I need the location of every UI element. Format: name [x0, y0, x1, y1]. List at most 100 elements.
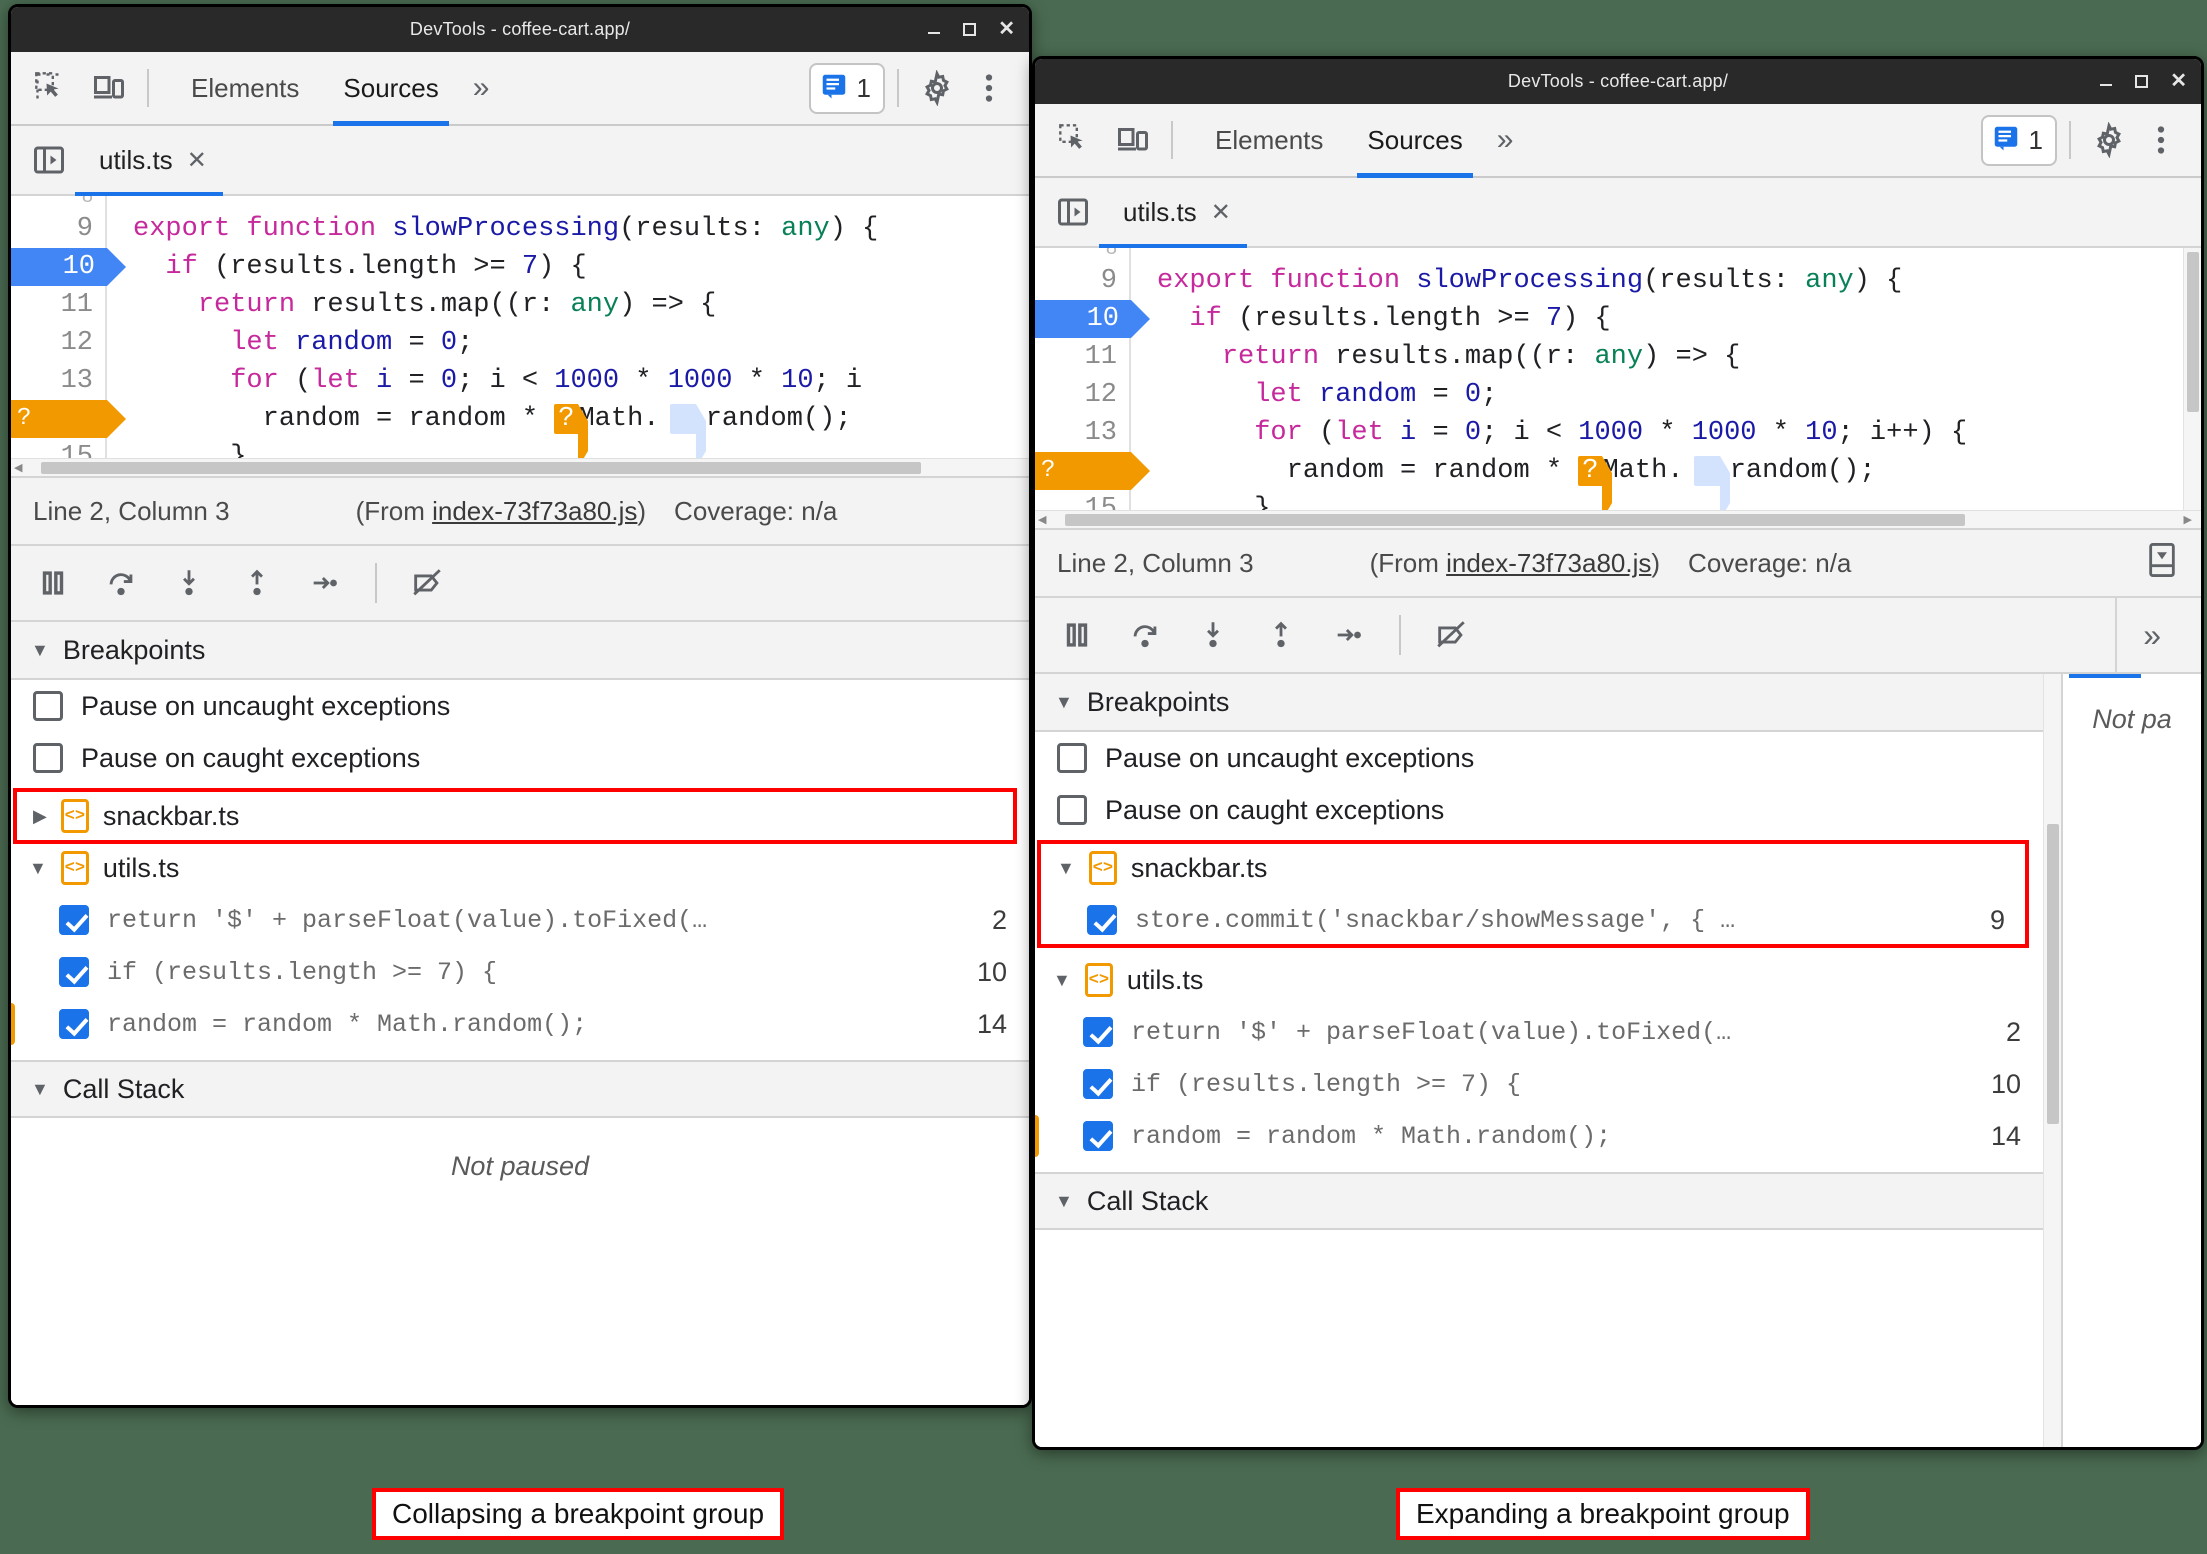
code-line[interactable]: 9 export function slowProcessing(results…: [11, 210, 1029, 248]
breakpoint-checkbox[interactable]: [1083, 1121, 1113, 1151]
code-line[interactable]: 9 export function slowProcessing(results…: [1035, 262, 2183, 300]
line-number-conditional-breakpoint[interactable]: ? 14: [1035, 452, 1150, 490]
file-tab-utils[interactable]: utils.ts ✕: [75, 126, 223, 196]
device-toolbar-icon[interactable]: [83, 62, 135, 114]
line-number-breakpoint[interactable]: 10: [1035, 300, 1150, 338]
step-over-icon[interactable]: [1117, 607, 1173, 663]
file-tab-utils[interactable]: utils.ts ✕: [1099, 178, 1247, 248]
breakpoint-item[interactable]: if (results.length >= 7) { 10: [11, 946, 1029, 998]
pause-caught-row[interactable]: Pause on caught exceptions: [1035, 784, 2043, 836]
logpoint-badge[interactable]: [1693, 456, 1730, 510]
step-into-icon[interactable]: [161, 555, 217, 611]
breakpoints-section-header[interactable]: ▼ Breakpoints: [11, 622, 1029, 680]
pause-resume-icon[interactable]: [1049, 607, 1105, 663]
breakpoint-item[interactable]: random = random * Math.random(); 14: [11, 998, 1029, 1050]
code-line[interactable]: 13 for (let i = 0; i < 1000 * 1000 * 10;…: [1035, 414, 2183, 452]
breakpoint-group-utils[interactable]: ▼ <> utils.ts: [11, 842, 1029, 894]
maximize-icon[interactable]: [963, 23, 977, 36]
chevron-down-icon[interactable]: ▼: [31, 640, 49, 661]
scroll-right-arrow[interactable]: ▶: [2181, 513, 2195, 526]
line-number[interactable]: 15: [11, 438, 107, 458]
pause-caught-row[interactable]: Pause on caught exceptions: [11, 732, 1029, 784]
code-line[interactable]: 10 if (results.length >= 7) {: [1035, 300, 2183, 338]
chevron-down-icon[interactable]: ▼: [31, 1079, 49, 1100]
chevron-down-icon[interactable]: ▼: [29, 858, 47, 879]
chevron-down-icon[interactable]: ▼: [1057, 858, 1075, 879]
code-editor[interactable]: 8 9 export function slowProcessing(resul…: [1035, 248, 2183, 510]
chevron-down-icon[interactable]: ▼: [1055, 692, 1073, 713]
code-line[interactable]: 11 return results.map((r: any) => {: [11, 286, 1029, 324]
code-line[interactable]: 12 let random = 0;: [1035, 376, 2183, 414]
code-line[interactable]: ? 14 random = random * ?Math. random();: [1035, 452, 2183, 510]
breakpoints-vertical-scrollbar[interactable]: [2043, 674, 2061, 1447]
tab-sources[interactable]: Sources: [321, 52, 460, 126]
call-stack-section-header[interactable]: ▼ Call Stack: [1035, 1172, 2043, 1230]
code-line[interactable]: 10 if (results.length >= 7) {: [11, 248, 1029, 286]
close-icon[interactable]: ✕: [998, 19, 1015, 39]
conditional-breakpoint-badge[interactable]: ?: [554, 404, 589, 458]
pause-uncaught-row[interactable]: Pause on uncaught exceptions: [1035, 732, 2043, 784]
chevron-down-icon[interactable]: ▼: [1053, 970, 1071, 991]
pause-caught-checkbox[interactable]: [33, 743, 63, 773]
breakpoint-checkbox[interactable]: [59, 957, 89, 987]
minimize-icon[interactable]: [927, 23, 941, 37]
breakpoint-item[interactable]: return '$' + parseFloat(value).toFixed(……: [1035, 1006, 2043, 1058]
step-over-icon[interactable]: [93, 555, 149, 611]
tab-sources[interactable]: Sources: [1345, 104, 1484, 178]
close-icon[interactable]: ✕: [2170, 71, 2187, 91]
scroll-left-arrow[interactable]: ◀: [1035, 513, 1049, 526]
close-icon[interactable]: ✕: [1211, 198, 1231, 227]
kebab-menu-icon[interactable]: [963, 62, 1015, 114]
step-out-icon[interactable]: [1253, 607, 1309, 663]
maximize-icon[interactable]: [2135, 75, 2149, 88]
logpoint-badge[interactable]: [669, 404, 706, 458]
line-number[interactable]: 9: [1035, 262, 1131, 300]
scrollbar-thumb[interactable]: [41, 461, 922, 474]
breakpoint-item[interactable]: store.commit('snackbar/showMessage', { ……: [1039, 894, 2027, 946]
breakpoint-checkbox[interactable]: [59, 1009, 89, 1039]
chevron-down-icon[interactable]: ▼: [1055, 1191, 1073, 1212]
conditional-breakpoint-badge[interactable]: ?: [1578, 456, 1613, 510]
scroll-left-arrow[interactable]: ◀: [11, 461, 25, 474]
line-number[interactable]: 12: [1035, 376, 1131, 414]
breakpoint-checkbox[interactable]: [1083, 1069, 1113, 1099]
tab-elements[interactable]: Elements: [169, 52, 321, 124]
line-number[interactable]: 13: [1035, 414, 1131, 452]
breakpoint-group-snackbar[interactable]: ▼ <> snackbar.ts: [1039, 842, 2027, 894]
deactivate-breakpoints-icon[interactable]: [399, 555, 455, 611]
line-number-conditional-breakpoint[interactable]: ? 14: [11, 400, 126, 438]
show-navigator-icon[interactable]: [23, 134, 75, 186]
chevron-right-icon[interactable]: ▶: [33, 806, 47, 827]
code-line[interactable]: ? 14 random = random * ?Math. random();: [11, 400, 1029, 458]
tab-elements[interactable]: Elements: [1193, 104, 1345, 176]
pause-uncaught-row[interactable]: Pause on uncaught exceptions: [11, 680, 1029, 732]
code-line[interactable]: 12 let random = 0;: [11, 324, 1029, 362]
breakpoints-section-header[interactable]: ▼ Breakpoints: [1035, 674, 2043, 732]
show-drawer-icon[interactable]: [2145, 541, 2179, 586]
kebab-menu-icon[interactable]: [2135, 114, 2187, 166]
code-line[interactable]: 11 return results.map((r: any) => {: [1035, 338, 2183, 376]
breakpoint-checkbox[interactable]: [59, 905, 89, 935]
scrollbar-thumb[interactable]: [2187, 252, 2199, 412]
gear-icon[interactable]: [2083, 114, 2135, 166]
issues-button[interactable]: 1: [1980, 114, 2057, 166]
line-number[interactable]: 11: [11, 286, 107, 324]
call-stack-section-header[interactable]: ▼ Call Stack: [11, 1060, 1029, 1118]
scrollbar-thumb[interactable]: [1065, 513, 1966, 526]
inspect-element-icon[interactable]: [25, 62, 77, 114]
pause-uncaught-checkbox[interactable]: [33, 691, 63, 721]
editor-horizontal-scrollbar[interactable]: ◀: [11, 458, 1029, 476]
step-icon[interactable]: [1321, 607, 1377, 663]
line-number-breakpoint[interactable]: 10: [11, 248, 126, 286]
more-tabs-icon[interactable]: »: [461, 71, 502, 105]
step-icon[interactable]: [297, 555, 353, 611]
breakpoint-group-utils[interactable]: ▼ <> utils.ts: [1035, 954, 2043, 1006]
scrollbar-thumb[interactable]: [2047, 824, 2059, 1124]
source-map-link[interactable]: index-73f73a80.js: [432, 496, 637, 526]
deactivate-breakpoints-icon[interactable]: [1423, 607, 1479, 663]
line-number[interactable]: 13: [11, 362, 107, 400]
step-into-icon[interactable]: [1185, 607, 1241, 663]
show-navigator-icon[interactable]: [1047, 186, 1099, 238]
pause-resume-icon[interactable]: [25, 555, 81, 611]
line-number[interactable]: 9: [11, 210, 107, 248]
